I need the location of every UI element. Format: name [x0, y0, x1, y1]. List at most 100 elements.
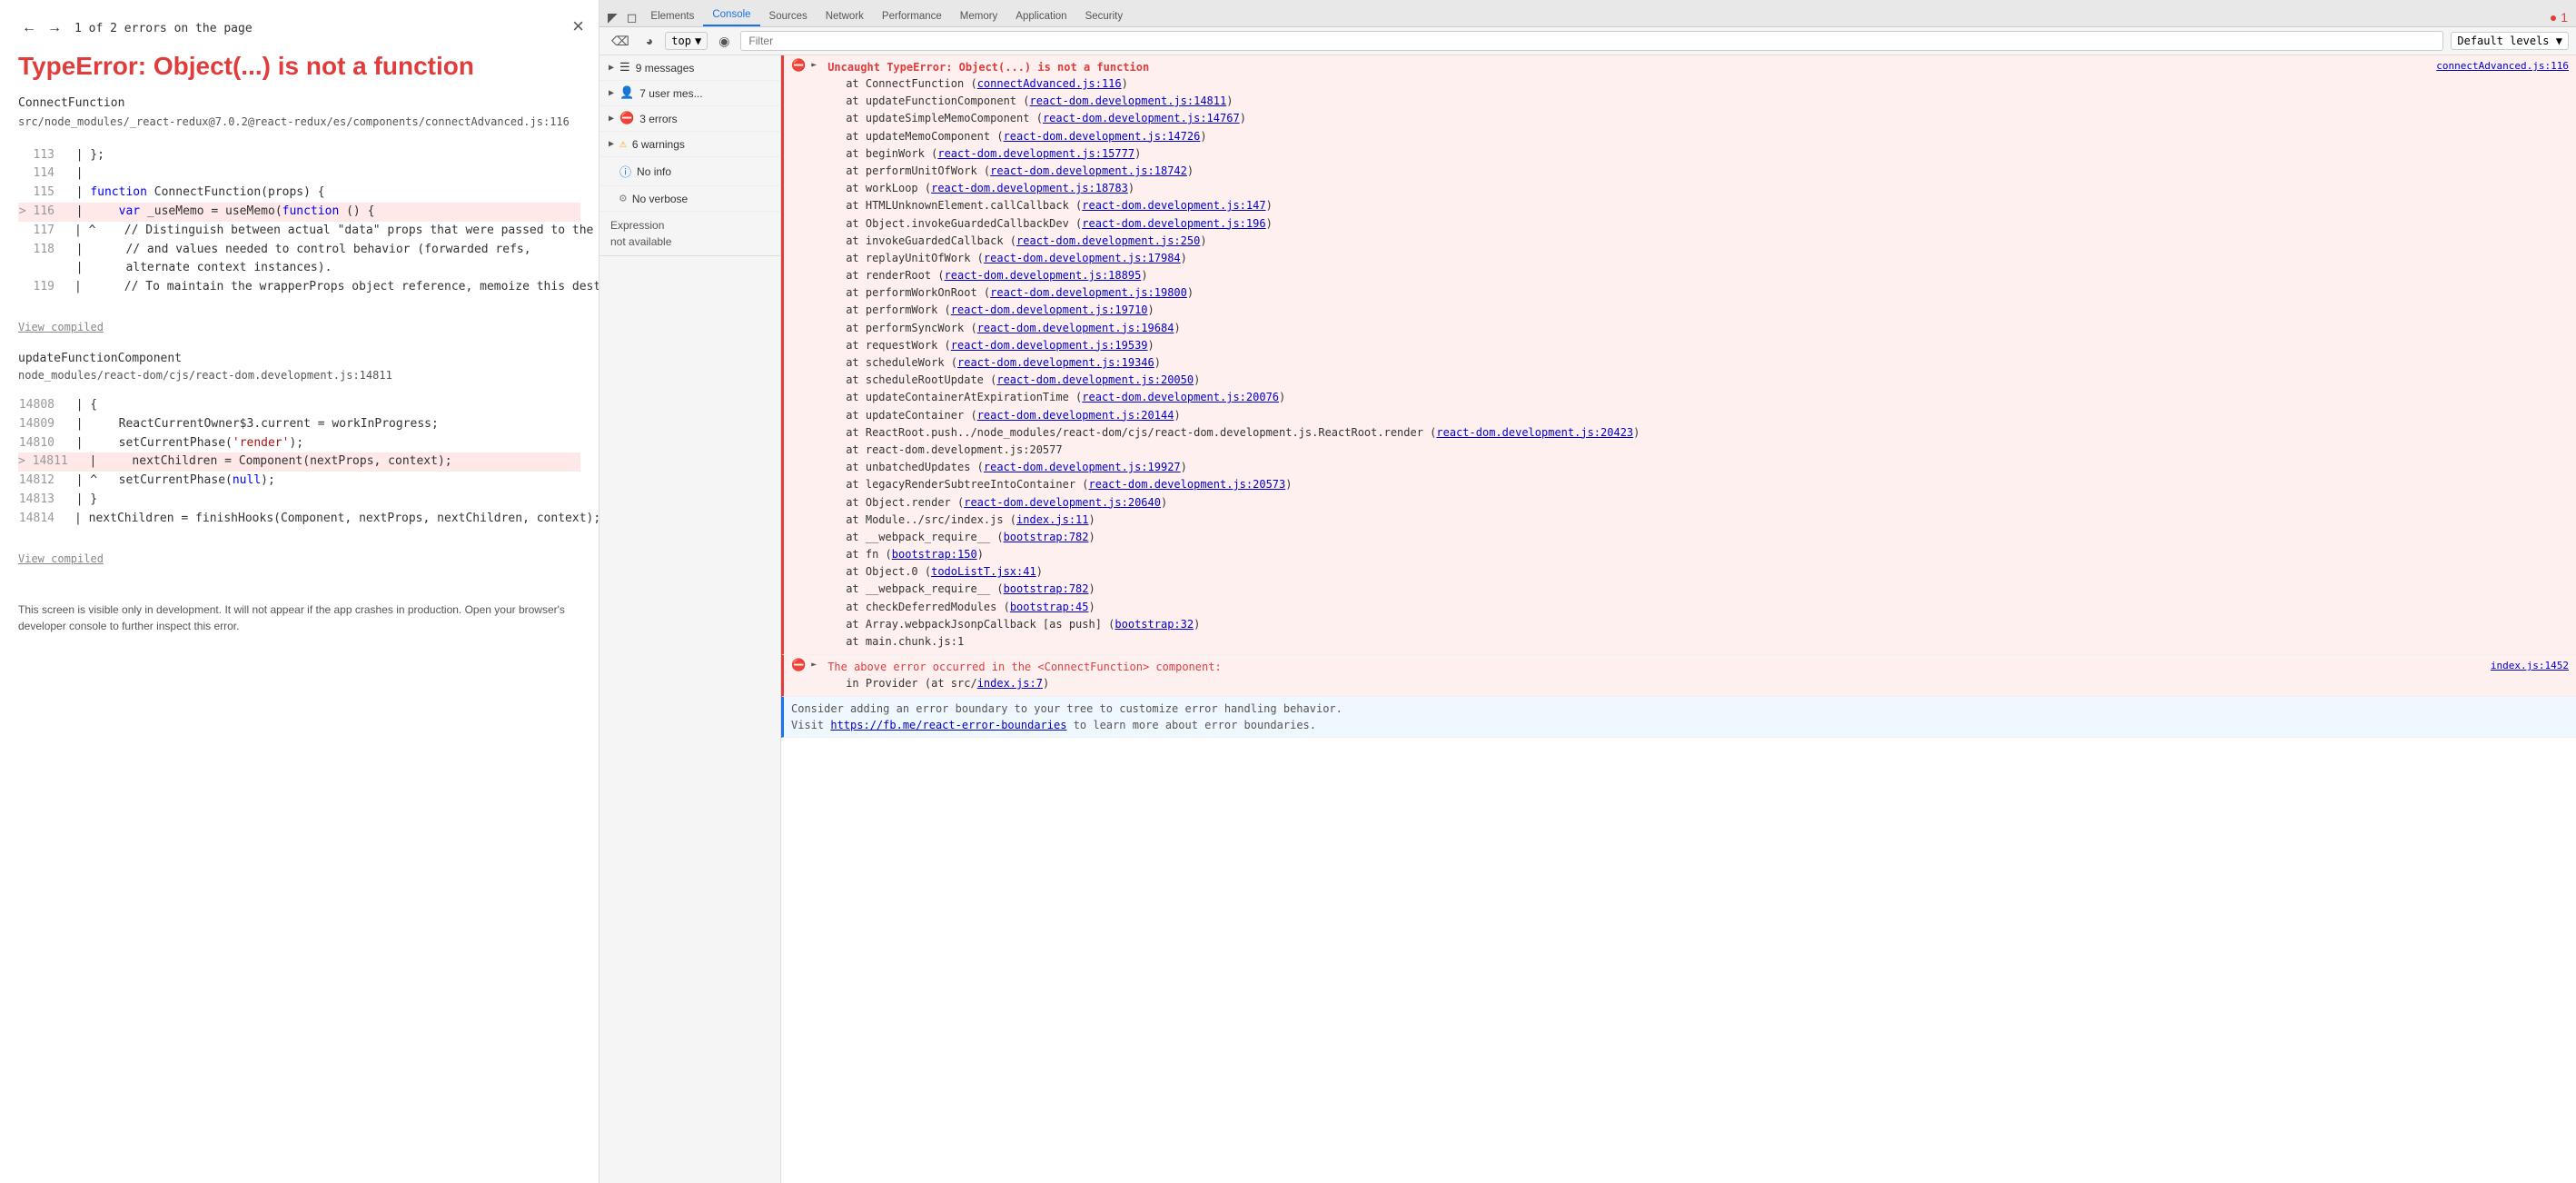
devtools-tabs: ◤ ◻ Elements Console Sources Network Per… [599, 0, 2576, 27]
stack-trace: at ConnectFunction (connectAdvanced.js:1… [827, 75, 2569, 651]
react-dom-link-8[interactable]: react-dom.development.js:196 [1082, 217, 1265, 230]
eye-button[interactable]: ◉ [715, 32, 733, 51]
bootstrap-link-2[interactable]: bootstrap:150 [892, 548, 977, 561]
code-line: | alternate context instances). [18, 259, 580, 278]
bootstrap-link-4[interactable]: bootstrap:45 [1010, 601, 1089, 613]
visit-message: Visit https://fb.me/react-error-boundari… [791, 719, 1316, 731]
react-dom-link-9[interactable]: react-dom.development.js:250 [1016, 234, 1200, 247]
error-source-function: ConnectFunction [18, 96, 580, 110]
sidebar-warnings-label: 6 warnings [632, 138, 685, 151]
devtools-content: ▶ ☰ 9 messages ▶ 👤 7 user mes... ▶ ⛔ 3 e… [599, 55, 2576, 1183]
react-dom-link-19[interactable]: react-dom.development.js:20144 [977, 409, 1174, 422]
sidebar-item-info[interactable]: ⓘ No info [599, 157, 780, 186]
sidebar-messages-label: 9 messages [636, 62, 695, 75]
expand-icon [609, 194, 614, 204]
tab-elements[interactable]: Elements [641, 6, 703, 26]
error-source-link[interactable]: connectAdvanced.js:116 [2436, 59, 2569, 75]
react-dom-link-16[interactable]: react-dom.development.js:19346 [957, 356, 1154, 369]
code-line: 119 | // To maintain the wrapperProps ob… [18, 278, 580, 297]
expand-triangle[interactable]: ► [811, 60, 822, 70]
expression-panel: Expression not available [599, 212, 780, 256]
bootstrap-link-1[interactable]: bootstrap:782 [1004, 531, 1089, 543]
todolist-link[interactable]: todoListT.jsx:41 [931, 565, 1036, 578]
bootstrap-link-3[interactable]: bootstrap:782 [1004, 582, 1089, 595]
react-dom-link-18[interactable]: react-dom.development.js:20076 [1082, 391, 1279, 403]
react-dom-link-15[interactable]: react-dom.development.js:19539 [951, 339, 1148, 352]
dev-note: This screen is visible only in developme… [18, 601, 580, 634]
tab-sources[interactable]: Sources [760, 6, 817, 26]
react-dom-link-17[interactable]: react-dom.development.js:20050 [996, 373, 1194, 386]
react-dom-link-23[interactable]: react-dom.development.js:20640 [964, 496, 1161, 509]
code-line: 113 | }; [18, 146, 580, 165]
sidebar-item-errors[interactable]: ▶ ⛔ 3 errors [599, 106, 780, 132]
react-dom-link-14[interactable]: react-dom.development.js:19684 [977, 322, 1174, 334]
react-dom-link-12[interactable]: react-dom.development.js:19800 [990, 286, 1187, 299]
react-dom-link-5[interactable]: react-dom.development.js:18742 [990, 164, 1187, 177]
sidebar-verbose-label: No verbose [632, 193, 688, 205]
error-second-message: The above error occurred in the <Connect… [827, 661, 1221, 673]
code-block-2: 14808 | { 14809 | ReactCurrentOwner$3.cu… [18, 396, 580, 529]
sidebar-item-user[interactable]: ▶ 👤 7 user mes... [599, 81, 780, 106]
react-dom-link-13[interactable]: react-dom.development.js:19710 [951, 303, 1148, 316]
react-dom-link-3[interactable]: react-dom.development.js:14726 [1004, 130, 1201, 143]
sidebar-item-warnings[interactable]: ▶ ⚠ 6 warnings [599, 132, 780, 157]
react-dom-link-6[interactable]: react-dom.development.js:18783 [931, 182, 1128, 194]
connect-advanced-link[interactable]: connectAdvanced.js:116 [977, 77, 1122, 90]
tab-console[interactable]: Console [703, 5, 759, 26]
view-compiled-2[interactable]: View compiled [18, 552, 580, 565]
code-line: 14808 | { [18, 396, 580, 415]
react-dom-link-20[interactable]: react-dom.development.js:20423 [1436, 426, 1633, 439]
tab-performance[interactable]: Performance [873, 6, 951, 26]
context-select[interactable]: top ▼ [665, 32, 708, 50]
error-count: 1 of 2 errors on the page [74, 22, 253, 35]
close-button[interactable]: × [572, 15, 584, 38]
code-line: 118 | // and values needed to control be… [18, 241, 580, 260]
nav-back-button[interactable]: ← [18, 18, 40, 38]
react-dom-link-21[interactable]: react-dom.development.js:19927 [984, 461, 1181, 473]
console-output: ⛔ ► Uncaught TypeError: Object(...) is n… [781, 55, 2576, 1183]
code-line: 14812 | ^ setCurrentPhase(null); [18, 472, 580, 491]
tab-network[interactable]: Network [817, 6, 873, 26]
tab-security[interactable]: Security [1076, 6, 1133, 26]
nav-bar: ← → 1 of 2 errors on the page [18, 18, 580, 38]
react-dom-link-11[interactable]: react-dom.development.js:18895 [945, 269, 1142, 282]
expand-icon: ▶ [609, 114, 614, 124]
src-index-link[interactable]: index.js:7 [977, 677, 1043, 690]
expand-icon [609, 166, 614, 176]
console-info-entry: Consider adding an error boundary to you… [781, 697, 2576, 738]
react-dom-link-2[interactable]: react-dom.development.js:14767 [1043, 112, 1240, 124]
consider-message: Consider adding an error boundary to you… [791, 702, 1342, 715]
filter-input[interactable] [740, 31, 2443, 51]
sidebar-errors-label: 3 errors [639, 113, 677, 125]
expand-triangle-2[interactable]: ► [811, 660, 822, 670]
error-overlay: ← → 1 of 2 errors on the page × TypeErro… [0, 0, 599, 1183]
devtools-inspect-button[interactable]: ◤ [603, 8, 622, 26]
console-info-text: Consider adding an error boundary to you… [791, 701, 2569, 733]
messages-icon: ☰ [619, 61, 630, 75]
error-badge-button[interactable]: ● 1 [2545, 8, 2572, 26]
bootstrap-link-5[interactable]: bootstrap:32 [1115, 618, 1194, 631]
expression-value: not available [610, 235, 769, 248]
devtools-device-button[interactable]: ◻ [622, 8, 642, 26]
react-dom-link-7[interactable]: react-dom.development.js:147 [1082, 199, 1265, 212]
levels-select[interactable]: Default levels ▼ [2451, 32, 2569, 50]
tab-memory[interactable]: Memory [951, 6, 1007, 26]
code-line-highlighted: > 116 | var _useMemo = useMemo(function … [18, 203, 580, 222]
console-sidebar: ▶ ☰ 9 messages ▶ 👤 7 user mes... ▶ ⛔ 3 e… [599, 55, 781, 1183]
fb-link[interactable]: https://fb.me/react-error-boundaries [830, 719, 1066, 731]
block-button[interactable]: ◕ [641, 32, 658, 50]
sidebar-item-messages[interactable]: ▶ ☰ 9 messages [599, 55, 780, 81]
verbose-icon: ⚙ [619, 192, 627, 205]
nav-forward-button[interactable]: → [44, 18, 65, 38]
view-compiled-1[interactable]: View compiled [18, 321, 580, 333]
react-dom-link-4[interactable]: react-dom.development.js:15777 [937, 147, 1134, 160]
clear-console-button[interactable]: ⌫ [607, 32, 634, 50]
code-line: 14814 | nextChildren = finishHooks(Compo… [18, 510, 580, 529]
index-js-link-2[interactable]: index.js:1452 [2491, 659, 2569, 674]
react-dom-link-10[interactable]: react-dom.development.js:17984 [984, 252, 1181, 264]
index-js-link[interactable]: index.js:11 [1016, 513, 1088, 526]
sidebar-item-verbose[interactable]: ⚙ No verbose [599, 186, 780, 212]
tab-application[interactable]: Application [1006, 6, 1075, 26]
react-dom-link-22[interactable]: react-dom.development.js:20573 [1089, 478, 1286, 491]
react-dom-link-1[interactable]: react-dom.development.js:14811 [1029, 94, 1226, 107]
